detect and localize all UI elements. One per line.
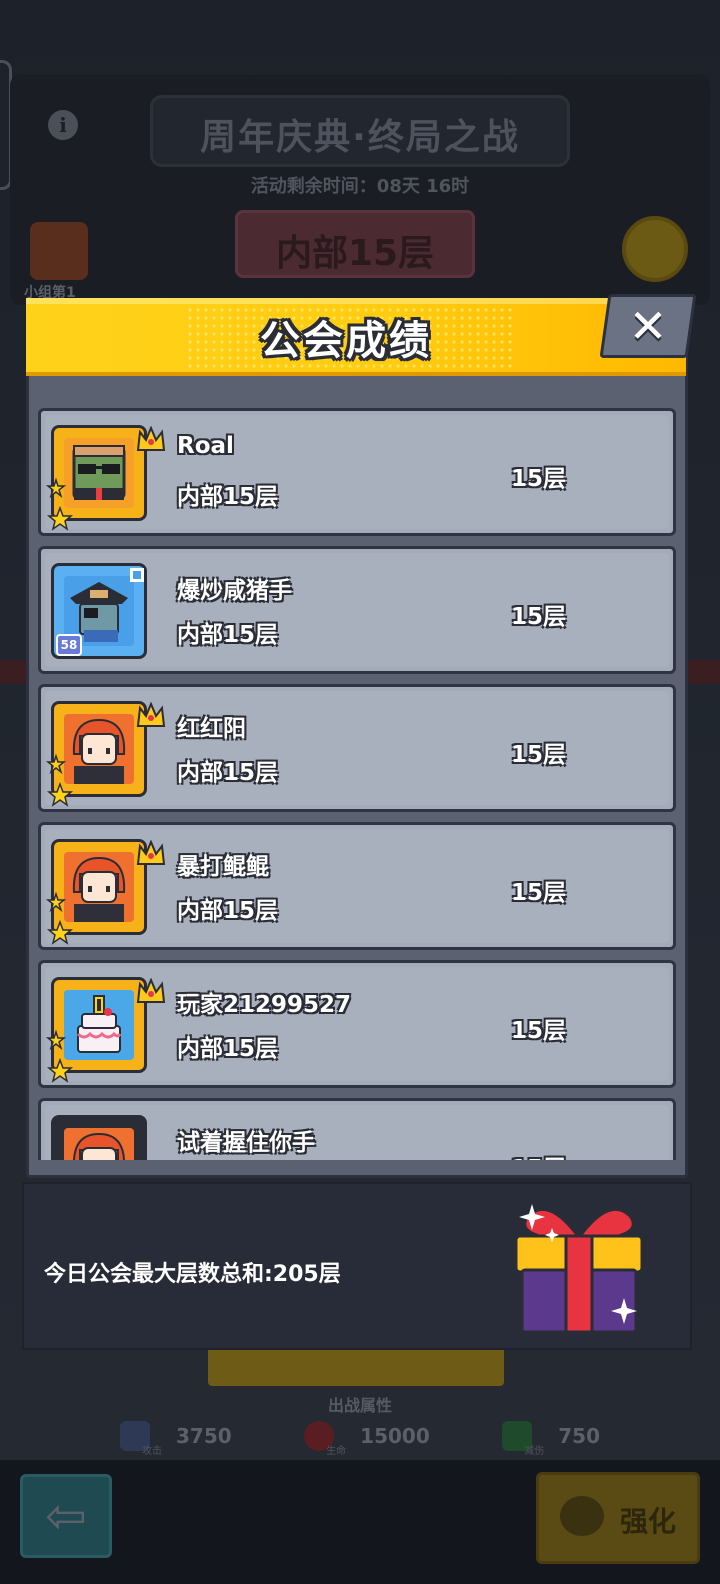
crown-icon — [136, 978, 166, 1003]
challenge-button[interactable] — [208, 1346, 504, 1386]
rank-stars-icon — [46, 1029, 74, 1083]
member-row[interactable]: 红红阳 内部15层 15层 — [38, 684, 676, 812]
redhead-avatar — [46, 839, 166, 945]
stat-label: 生命 — [326, 1445, 347, 1457]
crown-icon — [136, 840, 166, 865]
stat-label: 减伤 — [524, 1445, 545, 1457]
member-score: 15层 — [511, 466, 567, 492]
stats-row: 攻击 3750 生命 15000 减伤 750 — [120, 1418, 600, 1457]
member-name: Roal — [177, 433, 234, 459]
enhance-label: 强化 — [620, 1505, 677, 1538]
stat-attack: 攻击 3750 — [120, 1418, 232, 1457]
member-name: 暴打鲲鲲 — [177, 854, 269, 880]
stat-value: 750 — [558, 1424, 600, 1448]
redhead-avatar — [46, 701, 166, 807]
pirate-zombie-avatar: 58 — [51, 563, 147, 659]
stat-label: 攻击 — [142, 1445, 162, 1457]
stat-value: 15000 — [360, 1424, 430, 1448]
member-row[interactable]: 58 爆炒咸猪手 内部15层 15层 — [38, 546, 676, 674]
stats-title: 出战属性 — [327, 1396, 392, 1415]
stat-defense: 减伤 750 — [502, 1418, 600, 1457]
info-icon[interactable]: i — [48, 110, 78, 140]
member-name: 红红阳 — [177, 716, 246, 742]
rank-stars-icon — [46, 891, 74, 945]
member-floor: 内部15层 — [177, 760, 279, 786]
member-row[interactable]: 暴打鲲鲲 内部15层 15层 — [38, 822, 676, 950]
cake-avatar — [46, 977, 166, 1083]
back-arrow-icon: ⇦ — [45, 1487, 87, 1545]
modal-title: 公会成绩 — [260, 318, 432, 364]
member-floor: 内部15层 — [177, 622, 279, 648]
member-row[interactable]: 试着握住你手 15层 — [38, 1098, 676, 1160]
member-score: 15层 — [511, 604, 567, 630]
crown-icon — [136, 426, 166, 451]
redhead-avatar — [51, 1115, 147, 1160]
rank-stars-icon — [46, 477, 74, 531]
stat-value: 3750 — [176, 1424, 232, 1448]
rank-stars-icon — [46, 753, 74, 807]
member-floor: 内部15层 — [177, 1036, 279, 1062]
member-score: 15层 — [511, 1018, 567, 1044]
member-row[interactable]: Roal 内部15层 15层 — [38, 408, 676, 536]
status-icon — [130, 568, 144, 582]
member-score: 15层 — [511, 880, 567, 906]
member-name: 玩家21299527 — [177, 992, 352, 1018]
coin-icon[interactable] — [622, 216, 688, 282]
member-floor: 内部15层 — [177, 898, 279, 924]
member-name: 试着握住你手 — [177, 1130, 315, 1156]
gift-box-icon[interactable] — [508, 1196, 650, 1336]
guild-summary-text: 今日公会最大层数总和:205层 — [44, 1262, 341, 1287]
muscle-icon — [560, 1496, 604, 1536]
event-title: 周年庆典·终局之战 — [200, 117, 520, 158]
member-score: 15层 — [511, 1149, 566, 1160]
member-name: 爆炒咸猪手 — [177, 578, 292, 604]
redhead-icon — [64, 1128, 134, 1160]
level-badge: 58 — [56, 634, 82, 656]
group-rank-avatar[interactable] — [30, 222, 88, 280]
member-list[interactable]: Roal 内部15层 15层 58 爆炒咸猪手 内部15层 15层 红红阳 内部… — [30, 380, 686, 1160]
close-icon: ✕ — [628, 299, 668, 353]
stat-health: 生命 15000 — [304, 1418, 430, 1457]
zombie-sunglasses-avatar — [46, 425, 166, 531]
member-score: 15层 — [511, 742, 567, 768]
event-timer: 活动剩余时间：08天 16时 — [250, 176, 470, 197]
member-row[interactable]: 玩家21299527 内部15层 15层 — [38, 960, 676, 1088]
member-floor: 内部15层 — [177, 484, 279, 510]
current-floor: 内部15层 — [275, 233, 435, 274]
crown-icon — [136, 702, 166, 727]
